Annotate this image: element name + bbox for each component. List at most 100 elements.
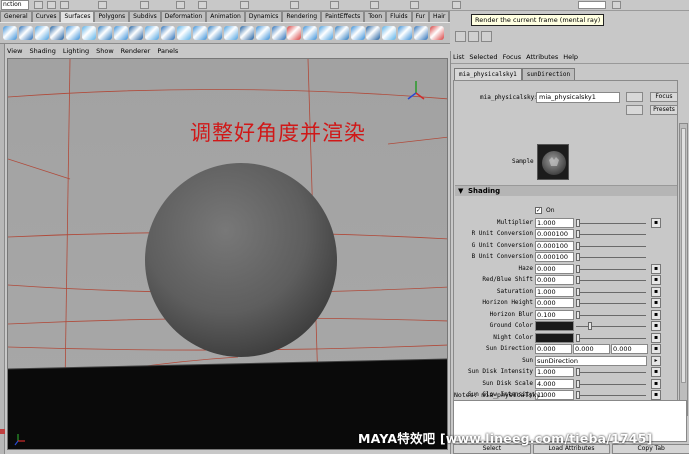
status-toolbar-icon[interactable] <box>410 1 419 9</box>
focus-button[interactable]: Focus <box>650 92 677 102</box>
attr-value-field[interactable]: 1.000 <box>535 286 574 297</box>
attr-menu-list[interactable]: List <box>453 51 464 63</box>
node-name-field[interactable]: mia_physicalsky1 <box>536 92 620 103</box>
status-toolbar-icon[interactable] <box>34 1 43 9</box>
shelf-tab-deformation[interactable]: Deformation <box>160 11 207 22</box>
shelf-tool-icon[interactable] <box>271 26 286 40</box>
shelf-tool-icon[interactable] <box>66 26 81 40</box>
tab-mia-physicalsky1[interactable]: mia_physicalsky1 <box>454 68 522 80</box>
viewport-menu-panels[interactable]: Panels <box>157 46 178 57</box>
status-toolbar-icon[interactable] <box>370 1 379 9</box>
status-toolbar-icon[interactable] <box>47 1 56 9</box>
shelf-tool-icon[interactable] <box>319 26 333 40</box>
slider-track[interactable] <box>576 291 646 293</box>
shelf-tab-animation[interactable]: Animation <box>206 11 245 22</box>
attr-value-field[interactable]: 0.000 <box>535 298 574 308</box>
attr-scrollbar-thumb[interactable] <box>681 128 686 383</box>
color-swatch[interactable] <box>535 332 574 343</box>
viewport-menu-shading[interactable]: Shading <box>29 46 55 57</box>
map-button-icon[interactable]: ▪ <box>651 263 661 274</box>
attr-scrollbar[interactable] <box>679 123 688 416</box>
slider-handle[interactable] <box>576 333 580 342</box>
shelf-tab-rendering[interactable]: Rendering <box>282 11 322 22</box>
attr-value-field[interactable]: 0.000 <box>535 275 574 285</box>
attr-value-field[interactable]: 0.000100 <box>535 229 574 239</box>
status-toolbar-icon[interactable] <box>176 1 185 9</box>
attr-menu-help[interactable]: Help <box>563 51 578 63</box>
slider-handle[interactable] <box>576 276 580 284</box>
shelf-tool-icon[interactable] <box>129 26 144 40</box>
attr-value-field[interactable]: 4.000 <box>535 378 574 389</box>
color-swatch[interactable] <box>535 321 574 331</box>
shelf-tool-icon[interactable] <box>366 26 381 40</box>
status-toolbar-icon[interactable] <box>240 1 249 9</box>
status-toolbar-icon[interactable] <box>612 1 621 9</box>
map-button-icon[interactable]: ▪ <box>651 367 661 377</box>
slider-handle[interactable] <box>576 368 580 376</box>
shelf-tool-icon[interactable] <box>398 26 412 40</box>
slider-track[interactable] <box>576 280 646 281</box>
slider-track[interactable] <box>576 372 646 373</box>
shelf-tool-icon[interactable] <box>382 26 397 40</box>
shelf-tool-icon[interactable] <box>240 26 254 40</box>
attr-menu-selected[interactable]: Selected <box>469 51 497 63</box>
shelf-tab-fluids[interactable]: Fluids <box>386 11 412 22</box>
slider-track[interactable] <box>576 383 646 385</box>
sun-direction-z-field[interactable]: 0.000 <box>611 344 648 354</box>
collapse-arrow-icon[interactable]: ▼ <box>458 186 463 196</box>
attr-value-field[interactable]: 0.000100 <box>535 252 574 262</box>
slider-track[interactable] <box>576 303 646 304</box>
shading-section-header[interactable]: ▼ Shading <box>455 185 677 196</box>
sun-direction-x-field[interactable]: 0.000 <box>535 344 572 354</box>
slider-track[interactable] <box>576 268 646 270</box>
slider-handle[interactable] <box>576 287 580 296</box>
slider-track[interactable] <box>576 234 646 235</box>
slider-handle[interactable] <box>576 241 580 250</box>
slider-track[interactable] <box>576 337 646 339</box>
panel-toggle-button[interactable] <box>455 31 466 42</box>
shelf-tool-icon[interactable] <box>413 26 428 40</box>
map-button-icon[interactable]: ▪ <box>651 309 661 320</box>
shelf-tab-curves[interactable]: Curves <box>31 11 61 22</box>
shelf-tab-polygons[interactable]: Polygons <box>94 11 130 22</box>
shelf-tool-icon[interactable] <box>350 26 365 40</box>
shelf-tab-dynamics[interactable]: Dynamics <box>244 11 283 22</box>
slider-track[interactable] <box>576 314 646 316</box>
map-button-icon[interactable]: ▪ <box>651 217 661 228</box>
map-button-icon[interactable]: ▪ <box>651 298 661 308</box>
shelf-tool-icon[interactable] <box>3 26 17 40</box>
on-checkbox[interactable]: ✓ <box>535 207 542 214</box>
viewport-menu-show[interactable]: Show <box>96 46 114 57</box>
shelf-tool-icon[interactable] <box>113 26 128 40</box>
slider-track[interactable] <box>576 245 646 247</box>
shelf-tab-fur[interactable]: Fur <box>411 11 430 22</box>
slider-track[interactable] <box>576 326 646 327</box>
status-toolbar-icon[interactable] <box>330 1 339 9</box>
slider-handle[interactable] <box>576 218 580 227</box>
map-button-icon[interactable]: ▪ <box>651 321 661 331</box>
panel-toggle-button[interactable] <box>481 31 492 42</box>
map-button-icon[interactable]: ▪ <box>651 332 661 343</box>
slider-handle[interactable] <box>576 391 580 399</box>
map-button-icon[interactable]: ▪ <box>651 286 661 297</box>
node-go-button[interactable] <box>626 92 643 102</box>
attr-connection-field[interactable]: sunDirection <box>535 355 647 366</box>
attr-value-field[interactable]: 0.000 <box>535 263 574 274</box>
shelf-tool-icon[interactable] <box>303 26 318 40</box>
status-input-field[interactable] <box>578 1 606 9</box>
attr-value-field[interactable]: 1.000 <box>535 367 574 377</box>
status-toolbar-icon[interactable] <box>290 1 299 9</box>
tab-sundirection[interactable]: sunDirection <box>521 68 576 80</box>
shelf-tool-icon[interactable] <box>255 26 270 40</box>
shelf-tab-toon[interactable]: Toon <box>364 11 387 22</box>
attr-value-field[interactable]: 1.000 <box>535 217 574 228</box>
shelf-tab-hair[interactable]: Hair <box>429 11 450 22</box>
shelf-tool-icon[interactable] <box>18 26 33 40</box>
map-button-icon[interactable]: ▪ <box>651 378 661 389</box>
status-toolbar-icon[interactable] <box>60 1 69 9</box>
node-show-button[interactable] <box>626 105 643 115</box>
status-toolbar-icon[interactable] <box>452 1 461 9</box>
shelf-tool-icon[interactable] <box>208 26 223 40</box>
shelf-tool-icon[interactable] <box>50 26 65 40</box>
shelf-tool-icon[interactable] <box>176 26 191 40</box>
